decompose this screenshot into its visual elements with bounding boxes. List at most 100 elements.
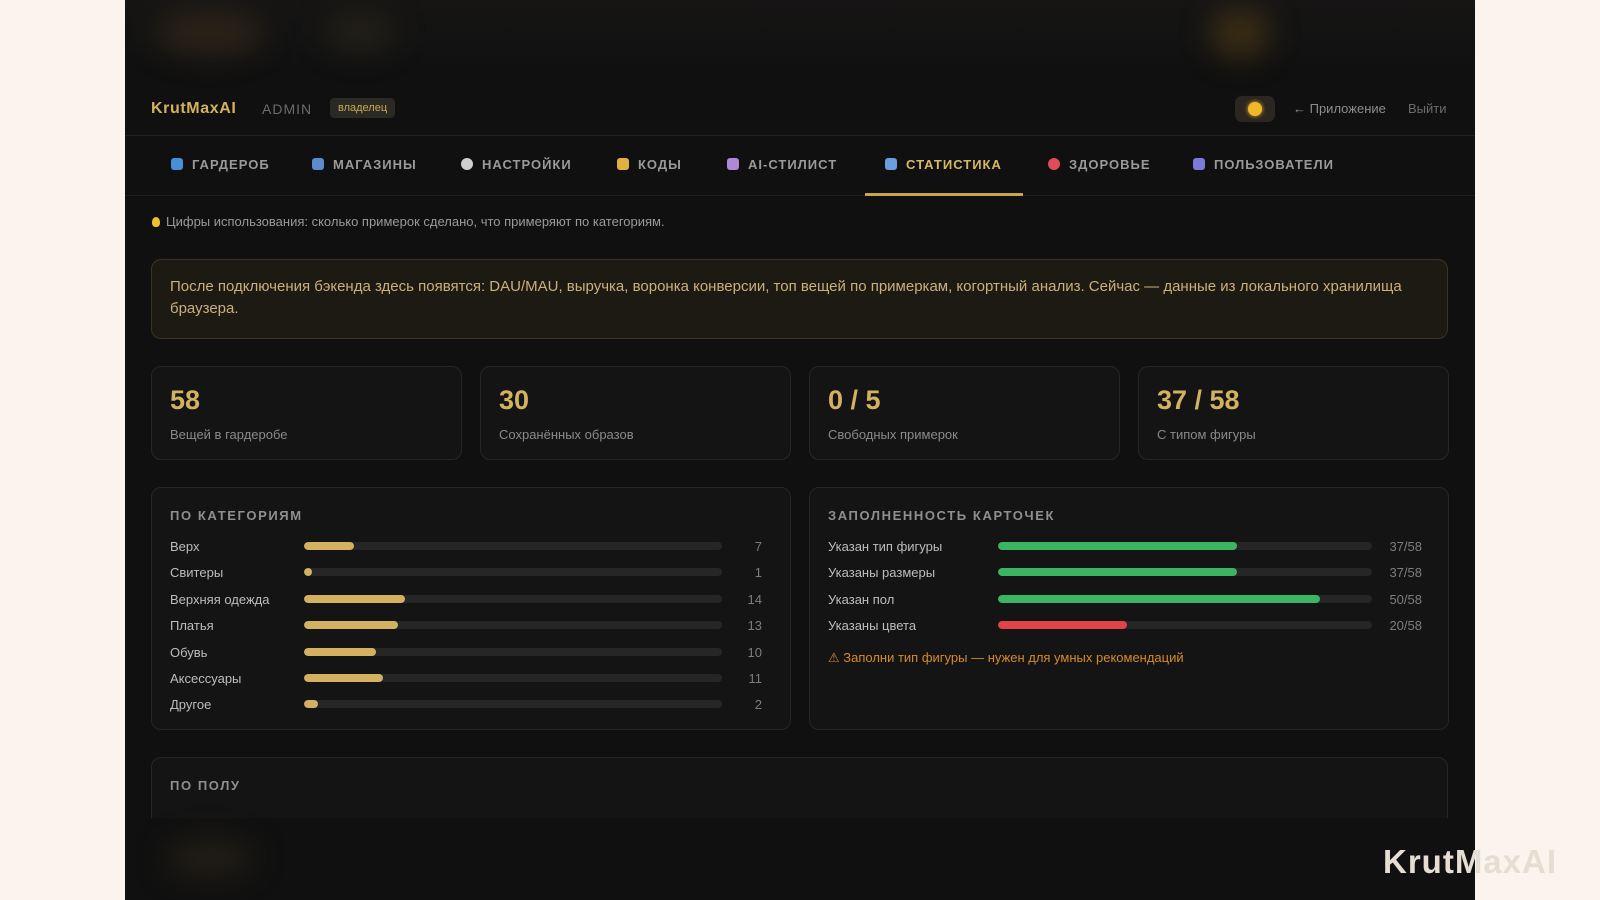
- row-label: Указаны размеры: [828, 565, 936, 581]
- row-value: 7: [754, 539, 762, 554]
- row-value: 11: [748, 671, 763, 686]
- completeness-row: Указан тип фигуры 37/58: [828, 537, 1430, 557]
- store-icon: [312, 158, 324, 170]
- row-label: Свитеры: [170, 565, 224, 581]
- tab-ai-stylist[interactable]: AI-СТИЛИСТ: [727, 157, 837, 172]
- admin-app: KrutMaxAI ADMIN владелец ← Приложение Вы…: [125, 0, 1475, 900]
- tab-label: МАГАЗИНЫ: [333, 157, 417, 172]
- bar-track: [304, 568, 722, 577]
- bar-fill: [304, 568, 312, 577]
- brand-watermark: KrutMaxAI: [1383, 843, 1558, 880]
- tab-users[interactable]: ПОЛЬЗОВАТЕЛИ: [1193, 157, 1334, 172]
- stat-value: 37 / 58: [1157, 385, 1240, 415]
- backdrop-blur: [325, 12, 395, 52]
- logout-button[interactable]: Выйти: [1408, 101, 1447, 116]
- row-label: Верх: [170, 539, 200, 554]
- bar-fill: [998, 594, 1321, 603]
- top-backdrop: [125, 0, 1475, 70]
- tab-label: ПОЛЬЗОВАТЕЛИ: [1214, 157, 1334, 172]
- row-label: Указан пол: [828, 591, 895, 607]
- row-value: 1: [754, 565, 762, 581]
- bar-fill: [304, 647, 377, 656]
- tab-stores[interactable]: МАГАЗИНЫ: [312, 157, 417, 172]
- category-row: Платья 13: [170, 616, 772, 636]
- body-type-warning: ⚠ Заполни тип фигуры — нужен для умных р…: [828, 650, 1184, 665]
- hint-text: Цифры использования: сколько примерок сд…: [166, 214, 665, 229]
- panel-title: ЗАПОЛНЕННОСТЬ КАРТОЧЕК: [828, 508, 1056, 523]
- backend-notice: После подключения бэкенда здесь появятся…: [151, 259, 1448, 339]
- stat-label: Вещей в гардеробе: [170, 427, 288, 442]
- bar-track: [998, 568, 1372, 577]
- page-hint: Цифры использования: сколько примерок сд…: [152, 214, 665, 229]
- bar-fill: [998, 542, 1237, 550]
- stat-card-wardrobe: 58 Вещей в гардеробе: [151, 366, 462, 460]
- backdrop-blur: [165, 838, 255, 878]
- tab-settings[interactable]: НАСТРОЙКИ: [461, 157, 572, 172]
- heart-icon: [1048, 158, 1060, 170]
- row-value: 37/58: [1389, 539, 1422, 554]
- tab-statistics[interactable]: СТАТИСТИКА: [885, 157, 1002, 172]
- tab-health[interactable]: ЗДОРОВЬЕ: [1048, 157, 1151, 172]
- row-label: Указан тип фигуры: [828, 539, 943, 554]
- bottom-backdrop: [125, 818, 1475, 900]
- category-row: Свитеры 1: [170, 563, 772, 583]
- backdrop-blur: [1210, 8, 1270, 58]
- back-to-app-link[interactable]: ← Приложение: [1293, 101, 1386, 116]
- category-row: Другое 2: [170, 695, 772, 715]
- bar-track: [304, 674, 722, 682]
- stat-card-free-tryons: 0 / 5 Свободных примерок: [809, 366, 1120, 460]
- key-icon: [617, 158, 629, 170]
- bar-track: [998, 621, 1372, 630]
- bar-fill: [304, 594, 405, 603]
- stat-label: Сохранённых образов: [499, 427, 634, 442]
- bar-track: [998, 542, 1372, 550]
- panel-title: ПО КАТЕГОРИЯМ: [170, 508, 303, 523]
- tab-label: ГАРДЕРОБ: [192, 157, 270, 172]
- tab-label: КОДЫ: [638, 157, 682, 172]
- row-label: Платья: [170, 618, 214, 634]
- row-label: Другое: [170, 697, 212, 713]
- stat-value: 30: [499, 385, 530, 415]
- theme-toggle-button[interactable]: [1235, 96, 1275, 122]
- category-row: Верхняя одежда 14: [170, 590, 772, 610]
- lightbulb-icon: [152, 217, 160, 227]
- bar-fill: [304, 700, 319, 709]
- category-row: Обувь 10: [170, 643, 772, 663]
- bar-track: [304, 621, 722, 630]
- row-value: 37/58: [1389, 565, 1422, 581]
- bar-track: [998, 594, 1372, 603]
- tab-label: ЗДОРОВЬЕ: [1069, 157, 1151, 172]
- stat-value: 0 / 5: [828, 385, 881, 415]
- bar-fill: [998, 621, 1128, 630]
- stat-card-body-type: 37 / 58 С типом фигуры: [1138, 366, 1449, 460]
- tab-label: СТАТИСТИКА: [906, 157, 1002, 172]
- row-label: Указаны цвета: [828, 618, 917, 634]
- bar-fill: [304, 621, 398, 630]
- gear-icon: [461, 158, 473, 170]
- completeness-row: Указаны цвета 20/58: [828, 616, 1430, 636]
- users-icon: [1193, 158, 1205, 170]
- row-label: Аксессуары: [170, 671, 242, 686]
- bar-fill: [304, 542, 355, 550]
- role-badge: владелец: [330, 98, 396, 118]
- brand-logo[interactable]: KrutMaxAI: [151, 100, 236, 118]
- row-value: 2: [754, 697, 762, 713]
- stat-value: 58: [170, 385, 201, 415]
- row-value: 50/58: [1389, 591, 1422, 607]
- backdrop-blur: [155, 10, 265, 55]
- chart-icon: [885, 158, 897, 170]
- tab-wardrobe[interactable]: ГАРДЕРОБ: [171, 157, 270, 172]
- bar-fill: [304, 674, 384, 682]
- row-label: Верхняя одежда: [170, 591, 270, 607]
- panel-title: ПО ПОЛУ: [170, 778, 241, 793]
- tab-codes[interactable]: КОДЫ: [617, 157, 682, 172]
- bar-track: [304, 594, 722, 603]
- stat-card-saved-looks: 30 Сохранённых образов: [480, 366, 791, 460]
- category-row: Верх 7: [170, 537, 772, 557]
- row-value: 14: [747, 591, 762, 607]
- tab-label: НАСТРОЙКИ: [482, 157, 572, 172]
- admin-label: ADMIN: [262, 101, 313, 117]
- stat-label: С типом фигуры: [1157, 427, 1256, 442]
- sun-icon: [1248, 102, 1262, 116]
- robot-icon: [727, 158, 739, 170]
